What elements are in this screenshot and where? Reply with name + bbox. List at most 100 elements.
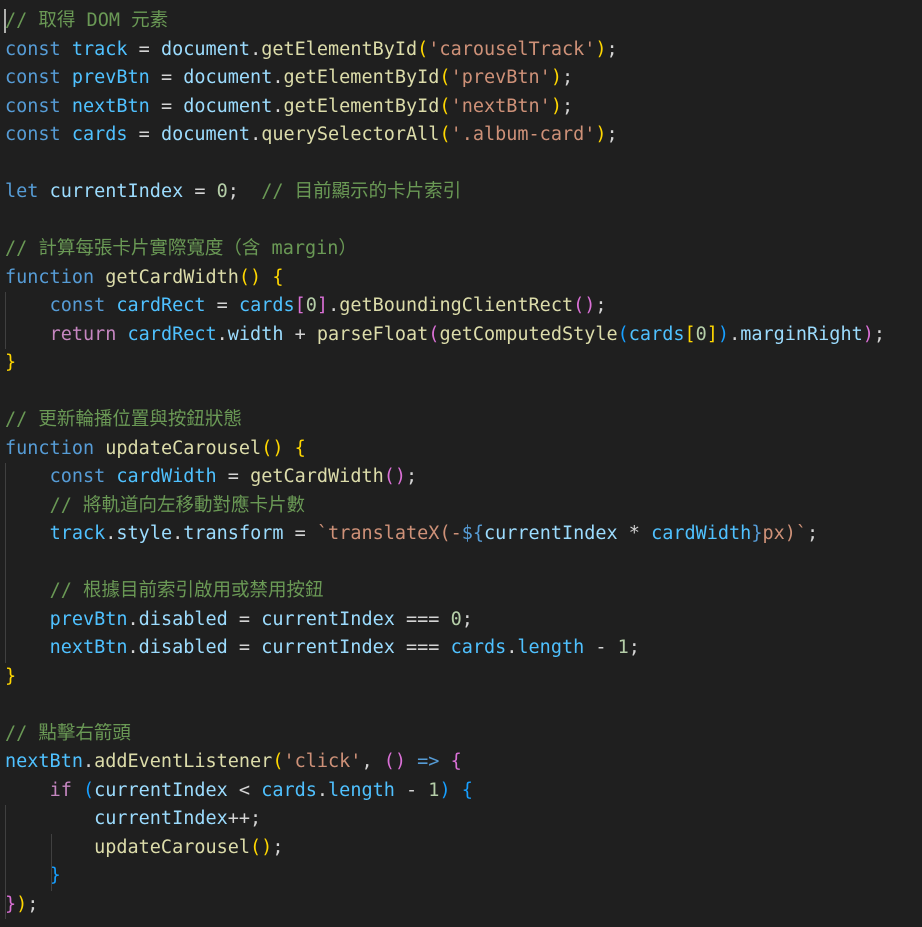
code-token: { <box>461 779 473 801</box>
code-token: style <box>116 523 173 544</box>
code-token: track <box>71 38 128 60</box>
code-token: document <box>183 67 273 88</box>
code-line[interactable]: // 將軌道向左移動對應卡片數 <box>5 492 305 520</box>
code-token: } <box>5 665 17 687</box>
code-token: = <box>283 523 317 544</box>
code-token: , <box>361 751 384 772</box>
code-editor[interactable]: // 取得 DOM 元素 const track = document.getEl… <box>0 0 922 927</box>
code-line[interactable]: } <box>5 663 16 691</box>
code-token: ( <box>439 67 451 88</box>
code-token: = <box>227 608 262 630</box>
code-line[interactable]: const track = document.getElementById('c… <box>5 36 618 64</box>
code-token: cardWidth <box>116 466 217 487</box>
code-line[interactable]: } <box>5 349 16 377</box>
code-token: ( <box>82 779 95 801</box>
code-token: cards <box>238 295 295 316</box>
code-line[interactable]: if (currentIndex < cards.length - 1) { <box>5 777 473 805</box>
code-line[interactable]: // 根據目前索引啟用或禁用按鈕 <box>5 577 324 605</box>
code-line[interactable]: const cardRect = cards[0].getBoundingCli… <box>5 292 607 320</box>
code-token: ] <box>706 323 718 345</box>
code-token: getComputedStyle <box>439 323 618 345</box>
code-line[interactable]: function getCardWidth() { <box>5 264 283 292</box>
code-token: ; <box>606 124 618 145</box>
code-token: ; <box>272 836 284 858</box>
code-token: length <box>328 779 395 801</box>
code-token: { <box>294 437 306 459</box>
code-token: . <box>105 523 117 544</box>
code-token: . <box>250 38 262 60</box>
code-token: updateCarousel <box>94 836 251 858</box>
code-token: ; <box>561 67 574 88</box>
code-line[interactable]: track.style.transform = `translateX(-${c… <box>5 520 819 548</box>
code-line[interactable]: nextBtn.disabled = currentIndex === card… <box>5 634 640 662</box>
code-line[interactable]: const cardWidth = getCardWidth(); <box>5 463 418 491</box>
code-token: ) <box>16 893 28 915</box>
code-token: === <box>394 637 451 658</box>
code-token: // 將軌道向左移動對應卡片數 <box>49 494 305 516</box>
code-line[interactable]: const prevBtn = document.getElementById(… <box>5 64 573 92</box>
code-token: // 目前顯示的卡片索引 <box>261 181 462 202</box>
code-token: ) <box>550 95 562 117</box>
code-token: = <box>183 181 217 202</box>
code-line[interactable]: return cardRect.width + parseFloat(getCo… <box>5 321 885 349</box>
code-token: 0 <box>695 323 707 345</box>
code-line[interactable]: }); <box>5 891 38 919</box>
code-line[interactable]: prevBtn.disabled = currentIndex === 0; <box>5 606 473 634</box>
code-line[interactable]: const cards = document.querySelectorAll(… <box>5 121 618 149</box>
code-token: length <box>517 637 585 658</box>
code-token: . <box>216 323 228 345</box>
code-line[interactable]: // 取得 DOM 元素 <box>5 7 168 35</box>
code-token: 0 <box>450 608 462 630</box>
code-token: 'prevBtn' <box>450 67 551 88</box>
code-token: ; <box>807 523 819 544</box>
code-token: () <box>238 266 262 288</box>
code-token: ) <box>439 779 451 801</box>
code-token: } <box>5 893 17 915</box>
code-token: - <box>584 637 618 658</box>
code-line[interactable]: updateCarousel(); <box>5 834 283 862</box>
code-token: querySelectorAll <box>261 124 440 145</box>
code-token: getCardWidth <box>250 466 384 487</box>
code-token: ( <box>439 124 451 145</box>
code-token: document <box>160 38 251 60</box>
code-token: const <box>49 295 106 316</box>
code-token: { <box>272 266 284 288</box>
code-token: '.album-card' <box>450 124 596 145</box>
code-token: prevBtn <box>49 608 128 630</box>
code-token: getElementById <box>261 38 418 60</box>
code-token: ; <box>461 608 473 630</box>
code-line[interactable]: // 更新輪播位置與按鈕狀態 <box>5 406 242 434</box>
code-token: cards <box>450 637 507 658</box>
code-line[interactable]: } <box>5 862 61 890</box>
code-token: // 更新輪播位置與按鈕狀態 <box>5 409 242 430</box>
code-line[interactable]: // 計算每張卡片實際寬度（含 margin） <box>5 235 357 263</box>
code-token: () <box>250 836 273 858</box>
code-token: [ <box>684 323 696 345</box>
code-line[interactable]: // 點擊右箭頭 <box>5 720 131 748</box>
code-token: } <box>5 352 17 373</box>
indent-guide <box>5 292 6 349</box>
code-line[interactable]: function updateCarousel() { <box>5 435 306 463</box>
code-line[interactable]: nextBtn.addEventListener('click', () => … <box>5 748 462 776</box>
code-line[interactable]: currentIndex++; <box>5 805 261 833</box>
code-token: ( <box>272 751 284 772</box>
code-token: ++; <box>227 808 262 829</box>
code-token: ${ <box>461 523 484 544</box>
code-token: getElementById <box>283 67 440 88</box>
code-token: = <box>216 466 251 487</box>
code-line[interactable]: const nextBtn = document.getElementById(… <box>5 93 573 121</box>
code-line[interactable]: let currentIndex = 0; // 目前顯示的卡片索引 <box>5 178 461 206</box>
code-token: cardWidth <box>651 523 752 544</box>
code-token: addEventListener <box>94 751 273 772</box>
